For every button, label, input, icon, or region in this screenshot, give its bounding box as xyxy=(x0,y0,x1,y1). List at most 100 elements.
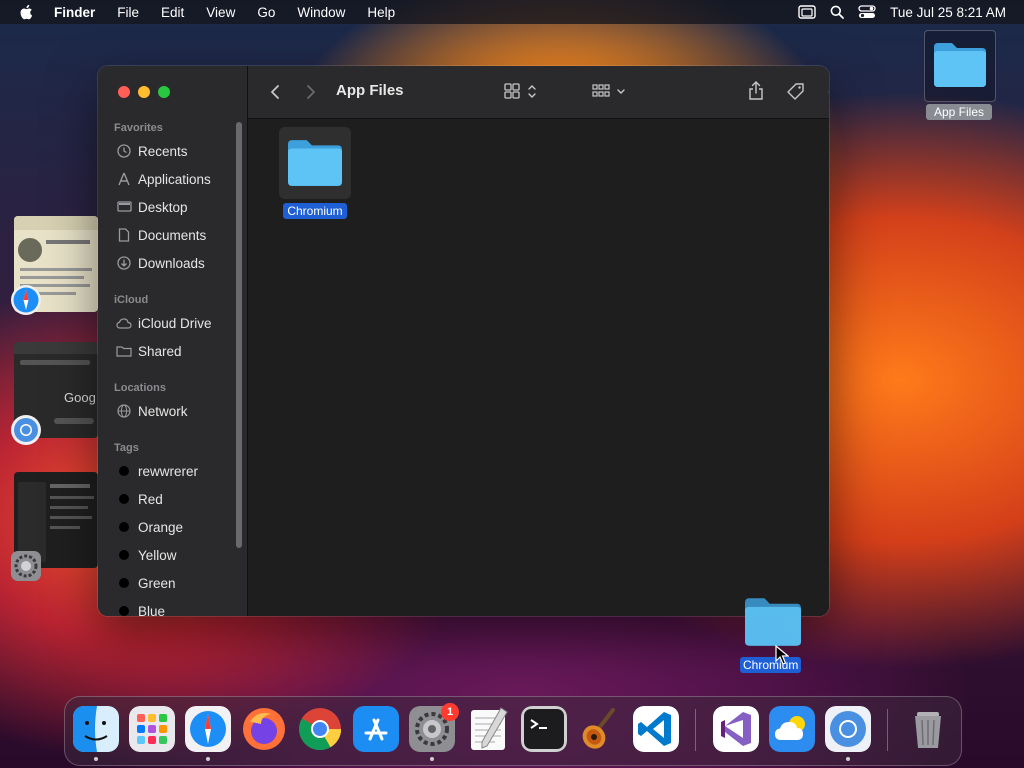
sidebar-item-shared[interactable]: Shared xyxy=(116,340,182,362)
sidebar-item-label: Orange xyxy=(138,519,184,535)
desktop-folder-app-files[interactable]: App Files xyxy=(924,30,996,122)
menu-window[interactable]: Window xyxy=(297,5,345,20)
notification-badge: 1 xyxy=(441,703,459,721)
folder-icon xyxy=(934,43,986,87)
app-store-icon xyxy=(353,706,399,752)
menu-edit[interactable]: Edit xyxy=(161,5,184,20)
control-center-icon[interactable] xyxy=(858,5,876,19)
sidebar-item-applications[interactable]: Applications xyxy=(116,168,211,190)
clock-icon xyxy=(116,143,132,159)
spotlight-search-icon[interactable] xyxy=(830,5,845,19)
finder-sidebar: Favorites Recents Applications Desktop D… xyxy=(98,66,248,616)
folder-icon xyxy=(288,140,342,186)
tag-dot-icon xyxy=(119,550,129,560)
tag-dot-icon xyxy=(119,494,129,504)
sidebar-item-label: Red xyxy=(138,491,163,507)
chrome-icon xyxy=(299,708,341,750)
document-icon xyxy=(116,227,132,243)
sidebar-item-label: Yellow xyxy=(138,547,177,563)
group-by-icon[interactable] xyxy=(592,83,628,101)
sidebar-item-network[interactable]: Network xyxy=(116,400,188,422)
more-actions-icon[interactable] xyxy=(828,83,829,101)
menu-go[interactable]: Go xyxy=(257,5,275,20)
file-item-chromium[interactable]: Chromium xyxy=(276,127,354,220)
sidebar-section-tags: Tags xyxy=(114,442,139,454)
dock-garageband[interactable] xyxy=(577,706,623,752)
dragged-item-name: Chromium xyxy=(740,657,802,673)
tag-dot-icon xyxy=(119,606,129,616)
vscode-icon xyxy=(633,706,679,752)
applications-icon xyxy=(116,171,132,187)
textedit-icon xyxy=(471,707,508,750)
weather-icon xyxy=(769,706,815,752)
globe-icon xyxy=(116,403,132,419)
menu-help[interactable]: Help xyxy=(367,5,395,20)
forward-icon[interactable] xyxy=(306,84,316,100)
stage-manager-icon[interactable] xyxy=(798,5,816,19)
dock-weather[interactable] xyxy=(769,706,815,752)
menu-bar: Finder File Edit View Go Window Help Tue… xyxy=(0,0,1024,24)
dock-chromium[interactable] xyxy=(825,706,871,752)
dock-launchpad[interactable] xyxy=(129,706,175,752)
safari-icon xyxy=(11,285,41,315)
dock-chrome[interactable] xyxy=(297,706,343,752)
cloud-icon xyxy=(116,315,132,331)
sidebar-tag-rewwrerer[interactable]: rewwrerer xyxy=(116,460,198,482)
sidebar-item-label: Green xyxy=(138,575,176,591)
firefox-icon xyxy=(243,708,285,750)
file-item-name: Chromium xyxy=(283,203,347,219)
dock-trash[interactable] xyxy=(905,706,951,752)
sidebar-tag-green[interactable]: Green xyxy=(116,572,176,594)
desktop-folder-label: App Files xyxy=(926,104,992,120)
back-icon[interactable] xyxy=(270,84,280,100)
minimize-button[interactable] xyxy=(138,86,150,98)
sidebar-tag-red[interactable]: Red xyxy=(116,488,163,510)
dock-firefox[interactable] xyxy=(241,706,287,752)
folder-icon xyxy=(745,598,801,646)
close-button[interactable] xyxy=(118,86,130,98)
menu-bar-clock[interactable]: Tue Jul 25 8:21 AM xyxy=(890,5,1006,20)
menu-view[interactable]: View xyxy=(206,5,235,20)
sidebar-item-icloud-drive[interactable]: iCloud Drive xyxy=(116,312,212,334)
dock-terminal[interactable] xyxy=(521,706,567,752)
sidebar-item-recents[interactable]: Recents xyxy=(116,140,188,162)
share-icon[interactable] xyxy=(748,81,764,101)
chromium-icon xyxy=(11,415,41,445)
dock-textedit[interactable] xyxy=(465,706,511,752)
sidebar-tag-blue[interactable]: Blue xyxy=(116,600,165,616)
icon-view-icon[interactable] xyxy=(504,83,538,101)
tag-icon[interactable] xyxy=(786,82,806,102)
dock-visual-studio[interactable] xyxy=(713,706,759,752)
shared-folder-icon xyxy=(116,343,132,359)
dragged-item-chromium[interactable]: Chromium xyxy=(740,594,806,674)
sidebar-item-desktop[interactable]: Desktop xyxy=(116,196,188,218)
trash-icon xyxy=(915,712,941,748)
dock-vscode[interactable] xyxy=(633,706,679,752)
sidebar-tag-orange[interactable]: Orange xyxy=(116,516,183,538)
chromium-icon xyxy=(825,706,871,752)
zoom-button[interactable] xyxy=(158,86,170,98)
dock-separator xyxy=(887,709,888,751)
sidebar-item-label: Documents xyxy=(138,227,207,243)
finder-icon xyxy=(73,706,119,752)
sidebar-item-downloads[interactable]: Downloads xyxy=(116,252,205,274)
sidebar-item-label: Network xyxy=(138,403,188,419)
dock-finder[interactable] xyxy=(73,706,119,752)
sidebar-tag-yellow[interactable]: Yellow xyxy=(116,544,177,566)
sidebar-item-documents[interactable]: Documents xyxy=(116,224,206,246)
sidebar-scrollbar[interactable] xyxy=(236,122,242,548)
menu-finder[interactable]: Finder xyxy=(54,5,95,20)
sidebar-item-label: Downloads xyxy=(138,255,205,271)
dock: 1 xyxy=(64,696,962,766)
desktop-folder-thumb xyxy=(924,30,996,102)
running-indicator xyxy=(94,757,98,761)
dock-app-store[interactable] xyxy=(353,706,399,752)
system-settings-icon xyxy=(11,551,41,581)
sidebar-item-label: Applications xyxy=(138,171,211,187)
download-icon xyxy=(116,255,132,271)
apple-menu-icon[interactable] xyxy=(18,3,36,21)
safari-icon xyxy=(185,706,231,752)
dock-safari[interactable] xyxy=(185,706,231,752)
menu-file[interactable]: File xyxy=(117,5,139,20)
window-title: App Files xyxy=(336,82,404,99)
